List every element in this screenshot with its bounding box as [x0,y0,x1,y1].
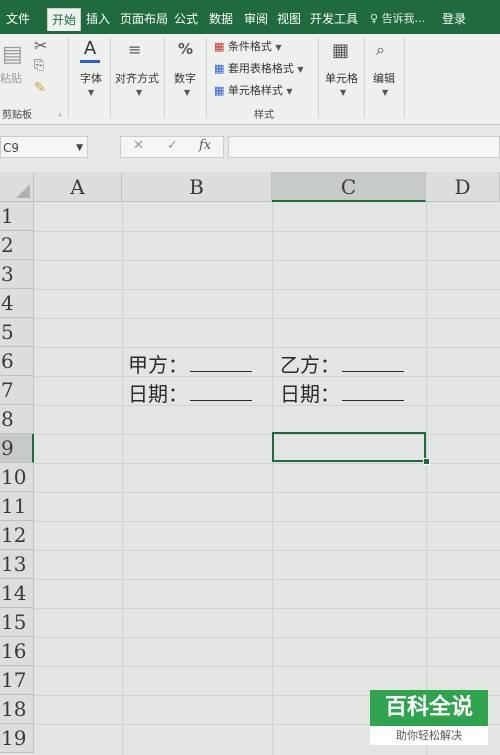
tab-developer[interactable]: 开发工具 [306,8,362,30]
paste-icon[interactable]: ▤ [2,42,23,67]
cell-style-label: 单元格样式 [227,84,283,97]
lightbulb-icon: ♀ [370,12,379,25]
editing-button[interactable]: 编辑 [373,70,395,86]
cell-c6-text: 乙方： [280,353,340,377]
fx-icon[interactable]: fx [199,138,211,153]
number-caret-icon: ▼ [184,88,191,97]
cells-icon[interactable]: ▦ [332,40,349,61]
format-painter-icon[interactable]: ✎ [34,80,46,96]
row-header[interactable]: 10 [0,463,34,492]
tab-formulas[interactable]: 公式 [170,8,202,30]
formula-buttons: ✕ ✓ fx [120,136,224,158]
ribbon: ▤ 粘贴 ✂ ⎘ ✎ 剪贴板 ⌟ A 字体 ▼ ≡ 对齐方式 ▼ % 数字 ▼ … [0,34,500,125]
row-header[interactable]: 11 [0,492,34,521]
align-icon[interactable]: ≡ [128,40,141,59]
blank-line [190,384,252,401]
row-header[interactable]: 14 [0,579,34,608]
fill-handle[interactable] [423,458,430,465]
name-box-value: C9 [3,141,20,155]
column-header-c[interactable]: C [272,172,426,202]
copy-icon[interactable]: ⎘ [34,58,44,73]
watermark-title: 百科全说 [370,690,488,726]
column-header-d[interactable]: D [426,172,500,202]
font-color-icon[interactable]: A [80,38,100,63]
row-header[interactable]: 19 [0,724,34,753]
cell-c7[interactable]: 日期： [280,378,404,407]
conditional-format-label: 条件格式 [227,40,272,53]
blank-line [342,384,404,401]
row-header[interactable]: 16 [0,637,34,666]
search-icon[interactable]: ⌕ [376,40,385,60]
clipboard-group-label: 剪贴板 [2,110,32,121]
column-header-b[interactable]: B [122,172,272,202]
conditional-format-icon: ▦ [214,40,225,53]
blank-line [190,355,252,372]
watermark-subtitle: 助你轻松解决 [396,729,462,742]
row-header[interactable]: 1 [0,202,34,231]
cells-button[interactable]: 单元格 [325,70,358,86]
cell-b6[interactable]: 甲方： [128,349,252,378]
row-header[interactable]: 15 [0,608,34,637]
table-format-button[interactable]: ▦ 套用表格格式 ▼ [214,60,304,76]
cut-icon[interactable]: ✂ [34,36,47,55]
row-header[interactable]: 6 [0,347,34,376]
ribbon-tab-bar: 文件 开始 插入 页面布局 公式 数据 审阅 视图 开发工具 ♀ 告诉我... … [0,0,500,34]
select-all-corner[interactable] [0,172,34,202]
table-format-icon: ▦ [214,62,225,75]
cell-c7-text: 日期： [280,382,340,406]
blank-line [342,355,404,372]
cancel-icon[interactable]: ✕ [133,138,144,153]
styles-group-label: 样式 [254,110,274,121]
editing-caret-icon: ▼ [382,88,389,97]
row-header[interactable]: 7 [0,376,34,405]
tab-home[interactable]: 开始 [47,8,82,31]
tab-file[interactable]: 文件 [2,8,34,30]
login-button[interactable]: 登录 [442,8,466,30]
alignment-caret-icon: ▼ [136,88,143,97]
name-box[interactable]: C9 ▼ [0,136,88,158]
row-header[interactable]: 12 [0,521,34,550]
cell-style-icon: ▦ [214,84,225,97]
enter-icon[interactable]: ✓ [167,138,178,153]
cells-caret-icon: ▼ [340,88,347,97]
row-header[interactable]: 3 [0,260,34,289]
cell-c6[interactable]: 乙方： [280,349,404,378]
font-button[interactable]: 字体 [80,70,102,86]
cell-style-button[interactable]: ▦ 单元格样式 ▼ [214,82,293,98]
row-header[interactable]: 13 [0,550,34,579]
selected-cell-c9[interactable] [272,432,426,462]
cell-b6-text: 甲方： [128,353,188,377]
row-header[interactable]: 17 [0,666,34,695]
clipboard-launcher-icon[interactable]: ⌟ [58,108,62,117]
column-header-a[interactable]: A [34,172,122,202]
watermark-logo: 百科全说 助你轻松解决 [370,690,488,745]
row-header-selected[interactable]: 9 [0,434,34,463]
row-header[interactable]: 8 [0,405,34,434]
tab-page-layout[interactable]: 页面布局 [116,8,172,30]
number-button[interactable]: 数字 [174,70,196,86]
paste-label: 粘贴 [0,72,22,85]
row-header[interactable]: 18 [0,695,34,724]
tell-me-text: 告诉我... [381,12,426,25]
conditional-format-button[interactable]: ▦ 条件格式 ▼ [214,38,282,54]
table-format-label: 套用表格格式 [227,62,294,75]
cell-b7-text: 日期： [128,382,188,406]
tab-data[interactable]: 数据 [205,8,237,30]
cell-b7[interactable]: 日期： [128,378,252,407]
row-header[interactable]: 2 [0,231,34,260]
tab-view[interactable]: 视图 [273,8,305,30]
row-header[interactable]: 5 [0,318,34,347]
select-all-icon [16,184,30,198]
tab-insert[interactable]: 插入 [82,8,114,30]
font-caret-icon: ▼ [88,88,95,97]
formula-input[interactable] [228,136,500,158]
alignment-button[interactable]: 对齐方式 [115,70,159,86]
percent-icon[interactable]: % [178,40,193,58]
tab-review[interactable]: 审阅 [240,8,272,30]
formula-bar: C9 ▼ ✕ ✓ fx [0,128,500,168]
chevron-down-icon[interactable]: ▼ [76,137,83,159]
row-header[interactable]: 4 [0,289,34,318]
tell-me-box[interactable]: ♀ 告诉我... [370,8,425,30]
